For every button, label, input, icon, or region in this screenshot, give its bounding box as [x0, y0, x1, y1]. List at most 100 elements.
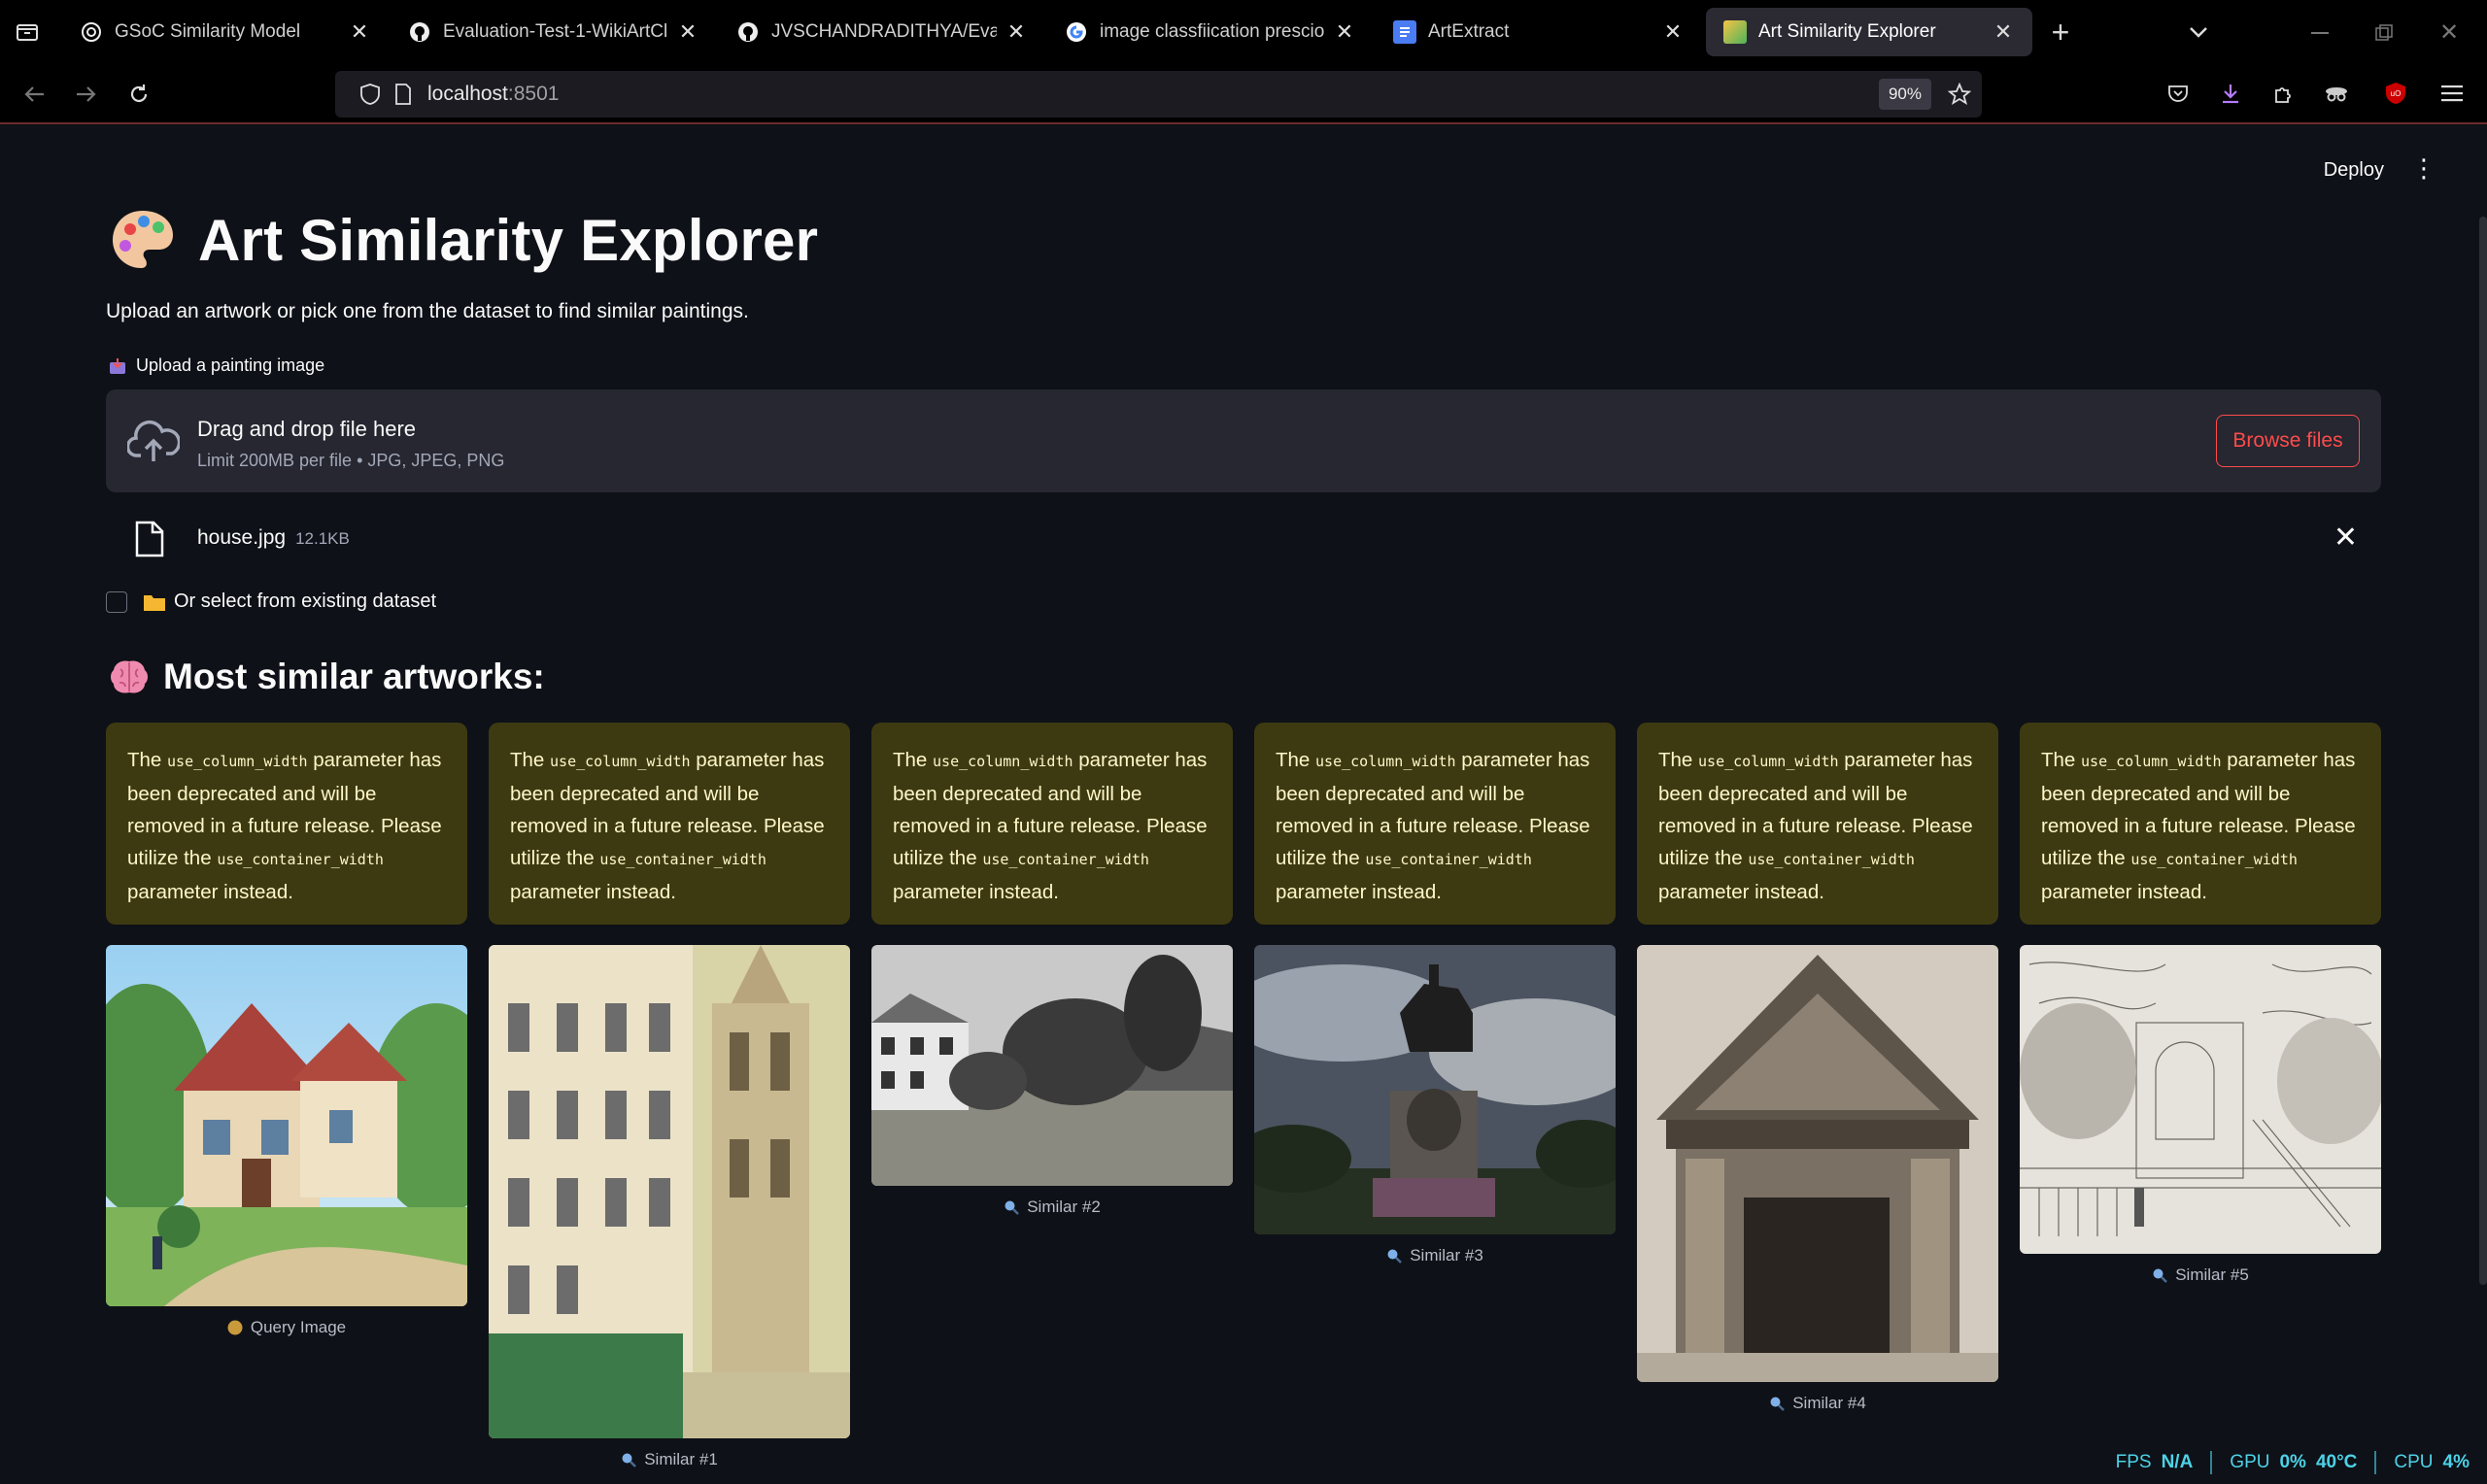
download-icon[interactable] [2217, 80, 2244, 107]
zoom-level-badge[interactable]: 90% [1878, 79, 1931, 110]
dataset-checkbox[interactable]: Or select from existing dataset [106, 590, 436, 613]
dropzone-instructions: Drag and drop file here [197, 417, 417, 441]
uploaded-file-row: house.jpg 12.1KB ✕ [106, 513, 2381, 567]
browse-files-button[interactable]: Browse files [2216, 415, 2360, 467]
uploaded-file-name: house.jpg 12.1KB [197, 526, 350, 549]
page-info-icon[interactable] [392, 83, 415, 106]
restore-icon[interactable] [2370, 19, 2398, 47]
deprecation-warning: The use_column_width parameter has been … [106, 723, 467, 925]
deprecation-warning: The use_column_width parameter has been … [489, 723, 850, 925]
extensions-icon[interactable] [2269, 80, 2297, 107]
folder-icon [144, 594, 165, 611]
streamlit-app: Deploy ⋮ Art Similarity Explorer Upload … [0, 124, 2487, 1484]
tab-artextract[interactable]: ArtExtract ✕ [1376, 8, 1702, 56]
tab-title: Art Similarity Explorer [1758, 21, 1936, 42]
results-heading: Most similar artworks: [109, 657, 545, 697]
similar-image-3 [1254, 945, 1616, 1234]
hamburger-menu-icon[interactable] [2438, 80, 2466, 107]
main-menu-icon[interactable]: ⋮ [2411, 153, 2436, 184]
github-icon [736, 20, 760, 44]
tab-list-icon[interactable] [14, 19, 41, 45]
caption-similar-3: Similar #3 [1254, 1246, 1616, 1265]
url-bar[interactable]: localhost:8501 90% [335, 71, 1982, 118]
forward-arrow-icon[interactable] [72, 80, 101, 109]
svg-text:uO: uO [2391, 89, 2402, 98]
magnifier-icon [2153, 1268, 2168, 1283]
upload-label: Upload a painting image [109, 355, 324, 376]
tab-title: Evaluation-Test-1-WikiArtClassi [443, 21, 668, 42]
inbox-tray-icon [110, 357, 125, 374]
pocket-icon[interactable] [2164, 80, 2192, 107]
google-icon [1065, 20, 1088, 44]
orange-circle-icon [227, 1320, 243, 1335]
brain-icon [111, 660, 148, 693]
result-column-similar-2: The use_column_width parameter has been … [871, 723, 1233, 1216]
caption-similar-5: Similar #5 [2020, 1265, 2381, 1285]
browser-tab-bar: GSoC Similarity Model ✕ Evaluation-Test-… [0, 0, 2487, 64]
caption-query: Query Image [106, 1318, 467, 1337]
deprecation-warning: The use_column_width parameter has been … [2020, 723, 2381, 925]
page-subtitle: Upload an artwork or pick one from the d… [106, 300, 749, 322]
dropzone-limits: Limit 200MB per file • JPG, JPEG, PNG [197, 451, 505, 470]
magnifier-icon [622, 1453, 637, 1467]
minimize-icon[interactable] [2306, 19, 2334, 47]
uploaded-file-size: 12.1KB [295, 529, 350, 548]
magnifier-icon [1387, 1249, 1403, 1264]
incognito-extension-icon[interactable] [2322, 80, 2351, 107]
tab-close-icon[interactable]: ✕ [676, 19, 699, 45]
tab-close-icon[interactable]: ✕ [1661, 19, 1685, 45]
tab-close-icon[interactable]: ✕ [348, 19, 371, 45]
new-tab-icon[interactable]: + [2046, 15, 2075, 50]
tab-evaluation-test[interactable]: Evaluation-Test-1-WikiArtClassi ✕ [391, 8, 717, 56]
browser-nav-bar: localhost:8501 90% uO [0, 64, 2487, 124]
tab-title: image classfiication prescion m [1100, 21, 1325, 42]
file-dropzone[interactable]: Drag and drop file here Limit 200MB per … [106, 389, 2381, 492]
chevron-down-icon[interactable] [2184, 17, 2213, 47]
deprecation-warning: The use_column_width parameter has been … [871, 723, 1233, 925]
similar-image-1 [489, 945, 850, 1438]
github-icon [408, 20, 431, 44]
remove-file-icon[interactable]: ✕ [2334, 521, 2358, 555]
openai-icon [80, 20, 103, 44]
close-window-icon[interactable]: ✕ [2435, 17, 2464, 47]
tab-art-similarity-explorer[interactable]: Art Similarity Explorer ✕ [1706, 8, 2032, 56]
tab-google-search[interactable]: image classfiication prescion m ✕ [1047, 8, 1374, 56]
result-column-similar-4: The use_column_width parameter has been … [1637, 723, 1998, 1412]
tab-jvschandradithya[interactable]: JVSCHANDRADITHYA/Evaluatio ✕ [719, 8, 1045, 56]
file-icon [135, 521, 164, 557]
performance-overlay: FPS N/A GPU 0% 40°C CPU 4% [2115, 1451, 2470, 1474]
checkbox-box[interactable] [106, 590, 127, 613]
result-column-similar-5: The use_column_width parameter has been … [2020, 723, 2381, 1284]
tab-gsoc-similarity-model[interactable]: GSoC Similarity Model ✕ [62, 8, 389, 56]
deploy-button[interactable]: Deploy [2324, 159, 2384, 182]
tab-title: JVSCHANDRADITHYA/Evaluatio [771, 21, 997, 42]
tab-title: GSoC Similarity Model [115, 21, 301, 42]
result-column-query: The use_column_width parameter has been … [106, 723, 467, 1336]
magnifier-icon [1005, 1200, 1020, 1215]
similar-image-5 [2020, 945, 2381, 1254]
tab-close-icon[interactable]: ✕ [1992, 19, 2015, 45]
scrollbar[interactable] [2479, 217, 2487, 1285]
result-column-similar-1: The use_column_width parameter has been … [489, 723, 850, 1468]
caption-similar-2: Similar #2 [871, 1197, 1233, 1217]
result-column-similar-3: The use_column_width parameter has been … [1254, 723, 1616, 1265]
similar-image-4 [1637, 945, 1998, 1382]
streamlit-favicon-icon [1723, 20, 1747, 44]
tab-title: ArtExtract [1428, 21, 1510, 42]
palette-icon [113, 211, 173, 268]
shield-icon[interactable] [358, 83, 382, 106]
similar-image-2 [871, 945, 1233, 1186]
ublock-origin-icon[interactable]: uO [2382, 80, 2409, 107]
caption-similar-4: Similar #4 [1637, 1394, 1998, 1413]
magnifier-icon [1770, 1397, 1786, 1411]
cloud-upload-icon [127, 420, 180, 461]
query-image [106, 945, 467, 1306]
page-title: Art Similarity Explorer [109, 206, 818, 274]
back-arrow-icon[interactable] [19, 80, 49, 109]
tab-close-icon[interactable]: ✕ [1005, 19, 1028, 45]
deprecation-warning: The use_column_width parameter has been … [1254, 723, 1616, 925]
reload-icon[interactable] [124, 80, 153, 109]
caption-similar-1: Similar #1 [489, 1450, 850, 1469]
tab-close-icon[interactable]: ✕ [1333, 19, 1356, 45]
bookmark-star-icon[interactable] [1947, 82, 1972, 107]
